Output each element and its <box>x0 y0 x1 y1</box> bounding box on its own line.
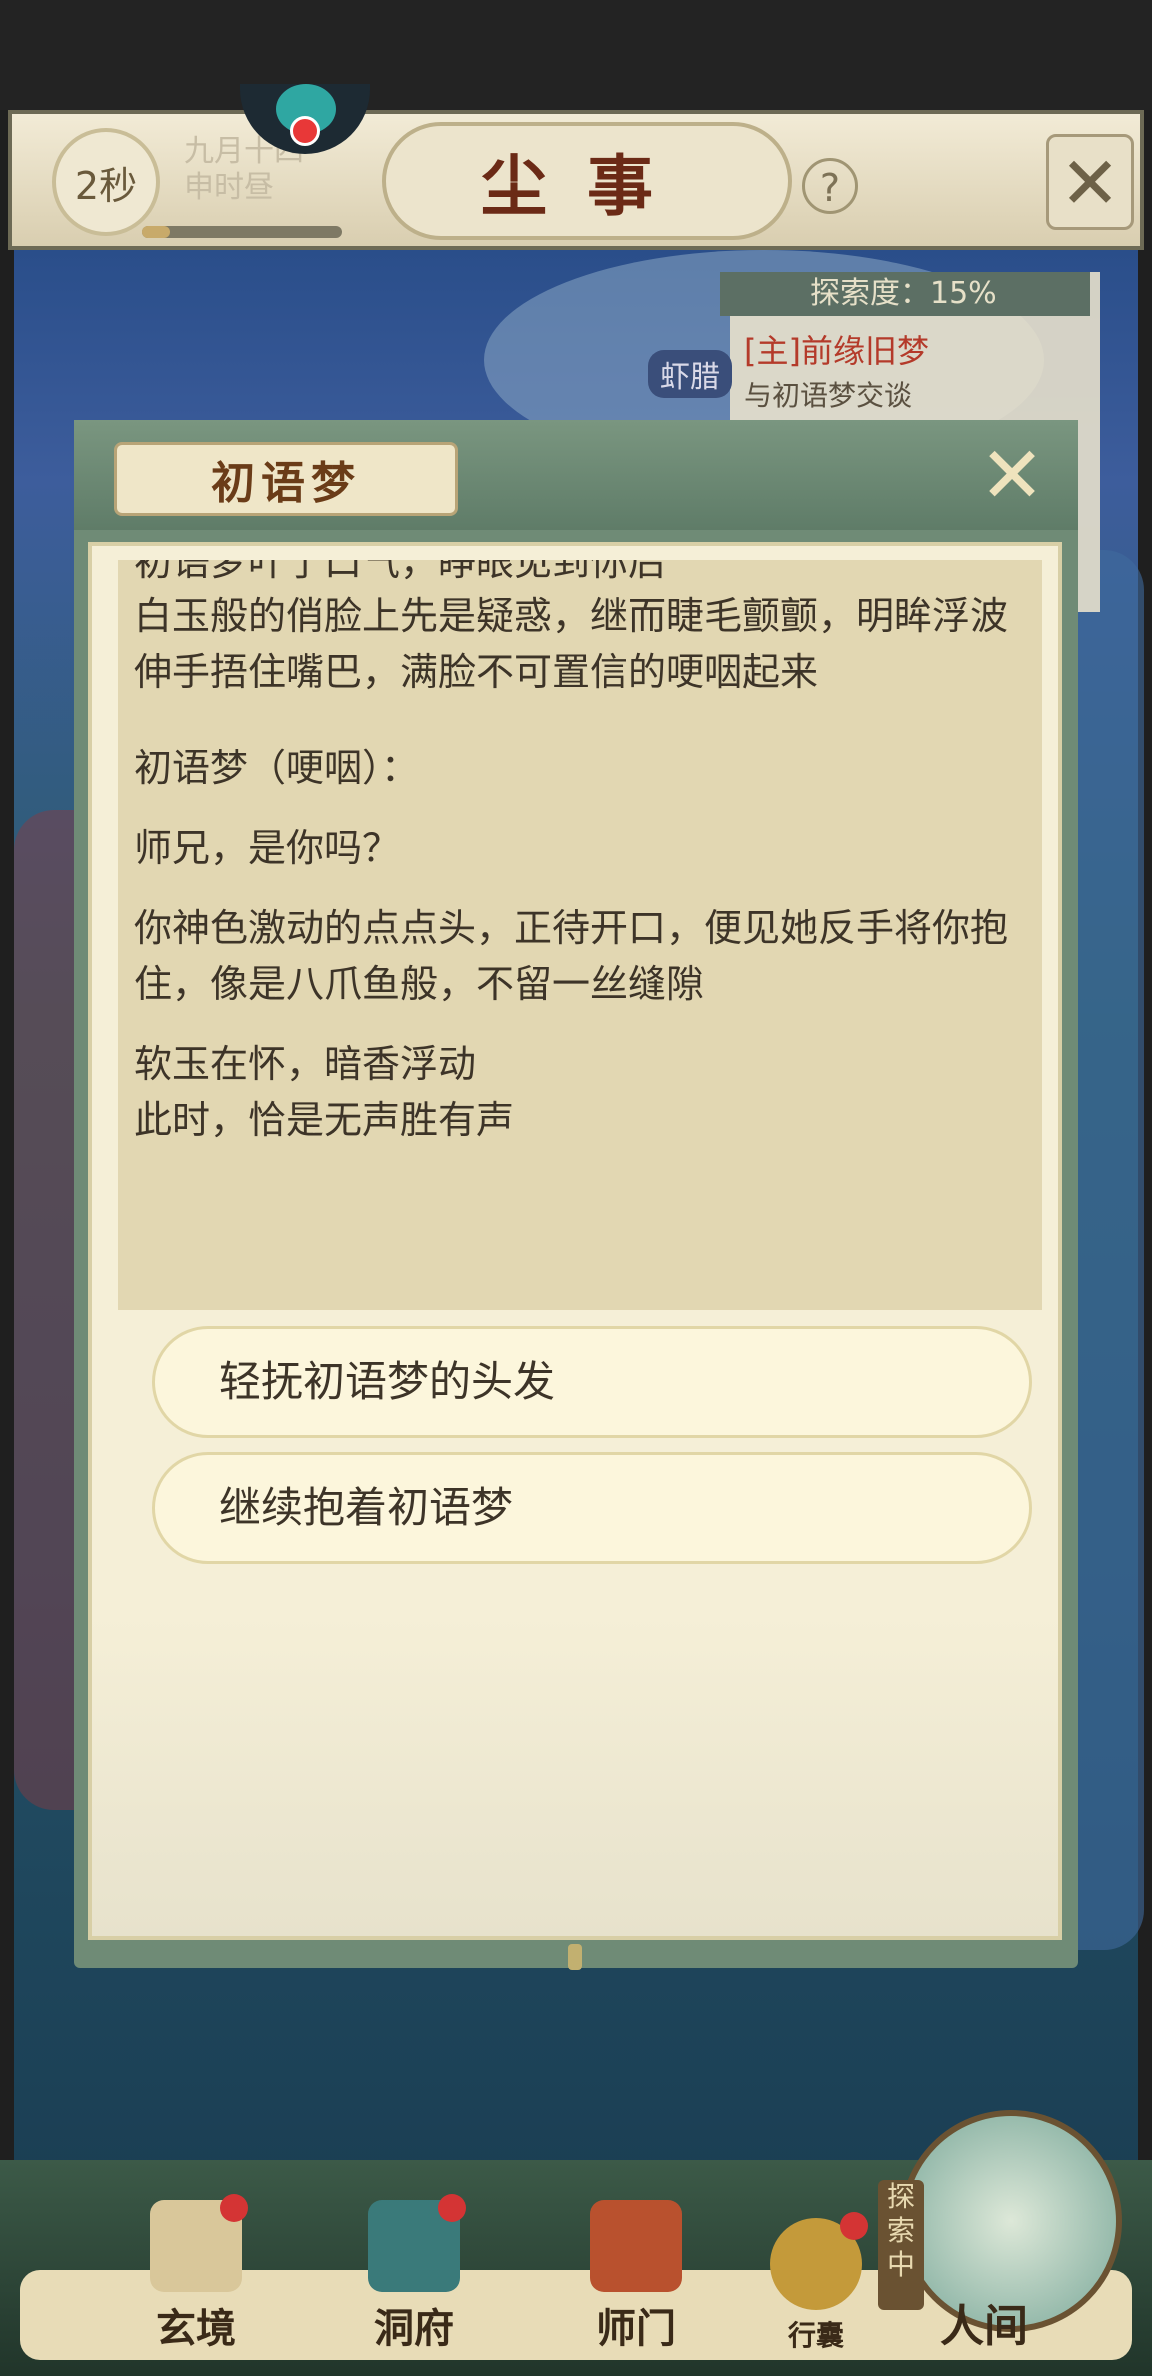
story-line: 初语梦（哽咽）： <box>134 746 420 790</box>
timer-badge: 2秒 <box>52 128 160 236</box>
story-line: 你神色激动的点点头，正待开口，便见她反手将你抱住，像是八爪鱼般，不留一丝缝隙 <box>134 906 1009 1006</box>
notification-dot <box>840 2212 868 2240</box>
exploring-tag: 探索中 <box>878 2180 924 2310</box>
story-dialog: 初语梦 ✕ 初语梦叶了口气，睁眼见到你后 白玉般的俏脸上先是疑惑，继而睫毛颤颤，… <box>74 420 1078 1970</box>
quest-title: [主]前缘旧梦 <box>744 332 929 370</box>
quest-subtitle: 与初语梦交谈 <box>744 379 913 412</box>
nav-item-xingnang[interactable]: 行囊 <box>746 2212 886 2354</box>
dialog-paper: 初语梦叶了口气，睁眼见到你后 白玉般的俏脸上先是疑惑，继而睫毛颤颤，明眸浮波 伸… <box>88 542 1062 1940</box>
status-bar <box>0 0 1152 110</box>
time-progress-fill <box>142 226 170 238</box>
bag-icon <box>770 2212 868 2310</box>
scroll-icon <box>150 2194 248 2292</box>
choice-button[interactable]: 轻抚初语梦的头发 <box>152 1326 1032 1438</box>
speaker-name: 初语梦 <box>114 442 458 516</box>
top-hud: 2秒 九月十四 申时昼 尘事 ? ✕ <box>8 84 1144 250</box>
story-line: 白玉般的俏脸上先是疑惑，继而睫毛颤颤，明眸浮波 <box>134 594 1009 638</box>
explore-progress-label: 探索度：15% <box>720 272 1090 316</box>
world-label: 人间 <box>940 2301 1028 2352</box>
ink-landscape-decoration <box>92 1616 1058 1936</box>
notification-dot <box>290 116 320 146</box>
story-line: 软玉在怀，暗香浮动 <box>134 1042 477 1086</box>
nav-item-shimen[interactable]: 师门 <box>566 2200 706 2354</box>
pavilion-icon <box>368 2194 466 2292</box>
nav-item-dongfu[interactable]: 洞府 <box>344 2194 484 2354</box>
notification-dot <box>220 2194 248 2222</box>
close-icon[interactable]: ✕ <box>974 437 1050 515</box>
nav-label: 行囊 <box>787 2319 844 2352</box>
story-line-cut: 初语梦叶了口气，睁眼见到你后 <box>134 560 667 584</box>
nav-label: 玄境 <box>156 2305 236 2352</box>
story-line: 师兄，是你吗？ <box>134 826 401 870</box>
nav-item-xuanjing[interactable]: 玄境 <box>126 2194 266 2354</box>
story-line: 此时，恰是无声胜有声 <box>134 1098 515 1142</box>
story-textbox[interactable]: 初语梦叶了口气，睁眼见到你后 白玉般的俏脸上先是疑惑，继而睫毛颤颤，明眸浮波 伸… <box>118 560 1042 1310</box>
nav-label: 师门 <box>596 2305 676 2352</box>
choice-button[interactable]: 继续抱着初语梦 <box>152 1452 1032 1564</box>
time-progress-bar <box>142 226 342 238</box>
help-button[interactable]: ? <box>802 158 858 214</box>
crossed-swords-icon[interactable]: ✕ <box>1046 134 1134 230</box>
scroll-pin-icon <box>568 1944 582 1970</box>
map-location-label[interactable]: 虾腊 <box>648 350 732 398</box>
page-title: 尘事 <box>382 122 792 240</box>
story-line: 伸手捂住嘴巴，满脸不可置信的哽咽起来 <box>134 650 819 694</box>
notification-dot <box>438 2194 466 2222</box>
nav-label: 洞府 <box>374 2305 454 2352</box>
banner-icon <box>590 2200 682 2292</box>
date-line-2: 申时昼 <box>184 170 274 205</box>
